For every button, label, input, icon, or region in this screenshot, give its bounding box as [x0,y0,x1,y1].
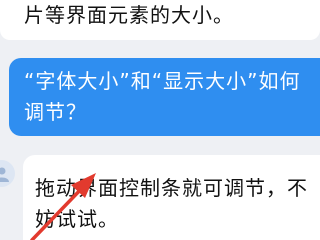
previous-message-bubble: 片等界面元素的大小。 [0,0,320,40]
answer-message-bubble[interactable]: 拖动界面控制条就可调节，不妨试试。 [23,155,320,240]
assistant-avatar-icon[interactable] [0,160,15,187]
chat-screen: 片等界面元素的大小。 “字体大小”和“显示大小”如何调节？ 拖动界面控制条就可调… [0,0,320,240]
person-icon [0,167,9,182]
question-message-bubble[interactable]: “字体大小”和“显示大小”如何调节？ [9,58,320,136]
